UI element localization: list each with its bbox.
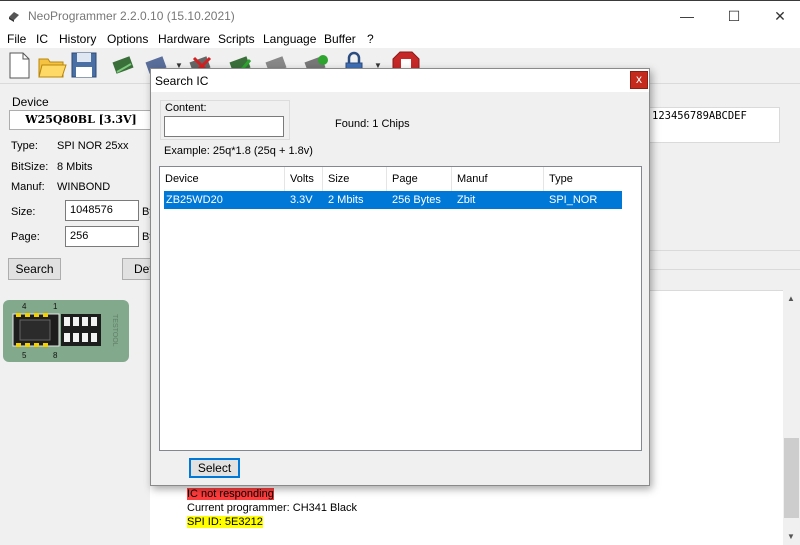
column-header-page[interactable]: Page [387,167,452,191]
log-line-error: IC not responding [187,488,274,500]
maximize-button[interactable]: ☐ [711,1,757,31]
manuf-label: Manuf: [11,181,45,193]
open-folder-icon[interactable] [37,50,67,80]
type-value: SPI NOR 25xx [57,140,129,152]
column-header-size[interactable]: Size [323,167,387,191]
save-icon[interactable] [69,50,99,80]
pin-8-label: 8 [53,351,58,360]
cell-device: ZB25WD20 [166,194,223,206]
splitter-bar[interactable] [650,250,800,270]
close-button[interactable]: ✕ [757,1,800,31]
content-group: Content: [160,100,290,140]
menu-history[interactable]: History [59,32,96,46]
board-brand-label: TESTOOL [111,314,118,347]
menu-bar: File IC History Options Hardware Scripts… [0,30,800,48]
column-header-device[interactable]: Device [160,167,285,191]
scroll-thumb[interactable] [784,438,799,518]
cell-size: 2 Mbits [328,194,364,206]
pin-4-label: 4 [22,302,27,311]
new-file-icon[interactable] [4,50,34,80]
chip-adapter-illustration: 4 1 5 8 TESTOOL [12,302,118,360]
menu-scripts[interactable]: Scripts [218,32,255,46]
page-label: Page: [11,231,40,243]
chip-adapter-image: 4 1 5 8 TESTOOL [3,300,129,362]
minimize-button[interactable]: — [664,1,710,31]
dialog-title-bar: Search IC x [151,69,649,92]
pin-5-label: 5 [22,351,27,360]
detect-button[interactable]: Det [122,258,153,280]
content-search-input[interactable] [164,116,284,137]
size-label: Size: [11,206,36,218]
select-button[interactable]: Select [189,458,240,478]
app-icon [9,12,19,22]
menu-file[interactable]: File [7,32,26,46]
example-hint: Example: 25q*1.8 (25q + 1.8v) [164,145,313,157]
hex-header: 123456789ABCDEF [649,107,780,143]
device-legend: Device [12,95,49,109]
manuf-value: WINBOND [57,181,111,193]
log-line-programmer: Current programmer: CH341 Black [187,502,357,514]
search-button[interactable]: Search [8,258,61,280]
log-line-spi-id: SPI ID: 5E3212 [187,516,263,528]
title-bar: NeoProgrammer 2.2.0.10 (15.10.2021) — ☐ … [0,0,800,30]
menu-help[interactable]: ? [367,32,374,46]
scroll-down-icon[interactable]: ▼ [787,532,795,541]
search-ic-dialog: Search IC x Content: Found: 1 Chips Exam… [150,68,650,486]
menu-buffer[interactable]: Buffer [324,32,356,46]
menu-hardware[interactable]: Hardware [158,32,210,46]
page-field[interactable]: 256 [65,226,139,247]
cell-page: 256 Bytes [392,194,441,206]
results-list: Device Volts Size Page Manuf Type ZB25WD… [159,166,642,451]
cell-type: SPI_NOR [549,194,598,206]
menu-language[interactable]: Language [263,32,316,46]
window-title: NeoProgrammer 2.2.0.10 (15.10.2021) [28,9,235,23]
chip-name: W25Q80BL [3.3V] [9,110,153,130]
dialog-close-icon[interactable]: x [630,71,648,89]
pin-1-label: 1 [53,302,58,311]
menu-ic[interactable]: IC [36,32,48,46]
content-label: Content: [165,102,207,114]
column-header-volts[interactable]: Volts [285,167,323,191]
type-label: Type: [11,140,38,152]
menu-options[interactable]: Options [107,32,148,46]
scroll-up-icon[interactable]: ▲ [787,294,795,303]
read-chip-icon[interactable] [109,50,139,80]
column-header-type[interactable]: Type [544,167,624,191]
cell-manuf: Zbit [457,194,476,206]
cell-volts: 3.3V [290,194,313,206]
table-row[interactable]: ZB25WD20 3.3V 2 Mbits 256 Bytes Zbit SPI… [164,191,622,209]
bitsize-value: 8 Mbits [57,161,93,173]
found-count: Found: 1 Chips [335,118,410,130]
dialog-title: Search IC [155,74,209,88]
bitsize-label: BitSize: [11,161,49,173]
log-scrollbar[interactable]: ▲ ▼ [783,290,800,545]
column-header-manuf[interactable]: Manuf [452,167,544,191]
size-field[interactable]: 1048576 [65,200,139,221]
